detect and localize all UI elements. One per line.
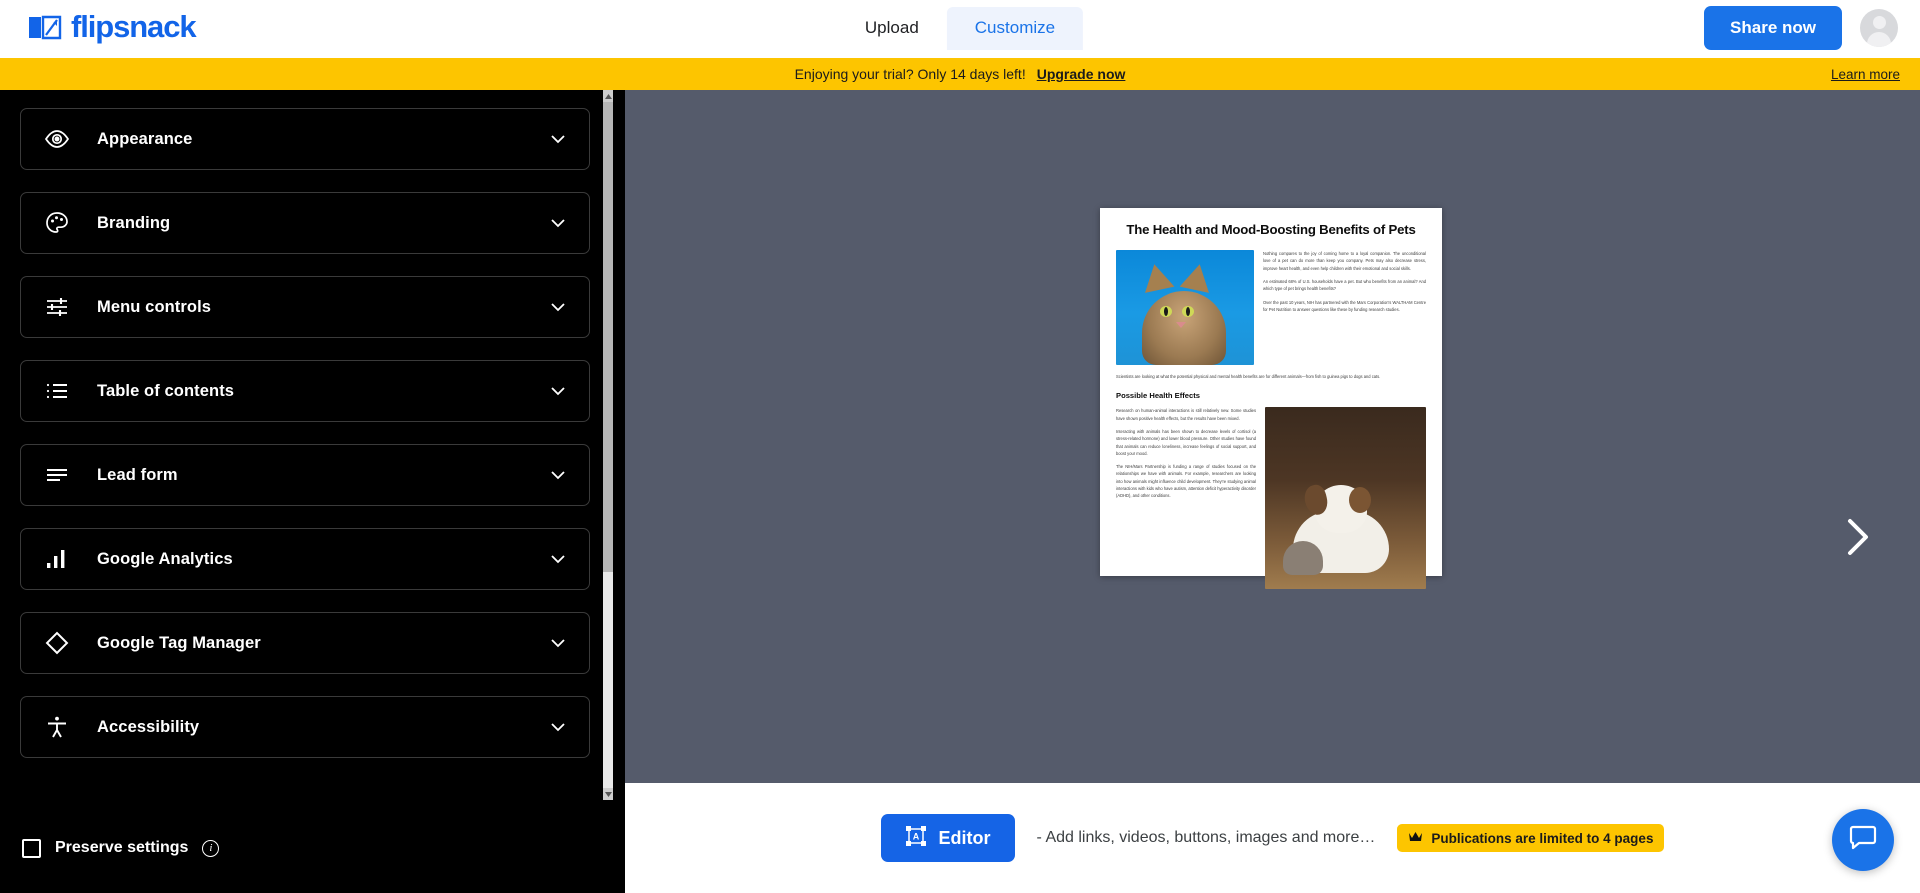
document-paragraph: Research on human-animal interactions is… xyxy=(1116,408,1256,421)
form-lines-icon xyxy=(43,461,71,489)
trial-banner: Enjoying your trial? Only 14 days left! … xyxy=(0,58,1920,90)
editor-button[interactable]: A Editor xyxy=(880,814,1015,862)
tab-upload[interactable]: Upload xyxy=(837,7,947,49)
scrollbar-down-arrow-icon[interactable] xyxy=(603,788,613,800)
sidebar-item-label: Accessibility xyxy=(97,717,200,736)
document-wide-paragraph: Scientists are looking at what the poten… xyxy=(1116,374,1381,380)
bottom-toolbar: A Editor - Add links, videos, buttons, i… xyxy=(625,783,1920,893)
crown-icon xyxy=(1408,831,1423,846)
sidebar-item-menu-controls[interactable]: Menu controls xyxy=(20,276,590,338)
bar-chart-icon xyxy=(43,545,71,573)
sidebar-item-label: Google Tag Manager xyxy=(97,633,261,652)
chevron-down-icon[interactable] xyxy=(549,718,567,736)
preserve-settings-checkbox[interactable] xyxy=(22,838,41,858)
cat-photo xyxy=(1116,250,1254,366)
document-paragraph: The NIH/Mars Partnership is funding a ra… xyxy=(1116,464,1256,499)
header-actions: Share now xyxy=(1704,6,1898,50)
chevron-down-icon[interactable] xyxy=(549,634,567,652)
document-bottom-section: Research on human-animal interactions is… xyxy=(1116,407,1426,590)
editor-hint-text: - Add links, videos, buttons, images and… xyxy=(1036,829,1376,846)
chat-widget-button[interactable] xyxy=(1832,809,1894,871)
share-now-button[interactable]: Share now xyxy=(1704,6,1842,50)
palette-icon xyxy=(43,209,71,237)
eye-icon xyxy=(43,125,71,153)
sidebar-item-label: Appearance xyxy=(97,129,193,148)
sidebar-scrollbar[interactable] xyxy=(603,90,613,800)
sidebar-item-appearance[interactable]: Appearance xyxy=(20,108,590,170)
scrollbar-thumb[interactable] xyxy=(603,102,613,572)
sidebar-item-google-analytics[interactable]: Google Analytics xyxy=(20,528,590,590)
next-page-button[interactable] xyxy=(1841,515,1875,559)
diamond-icon xyxy=(43,629,71,657)
kitten xyxy=(1283,541,1323,576)
sidebar-item-table-of-contents[interactable]: Table of contents xyxy=(20,360,590,422)
editor-button-label: Editor xyxy=(938,827,991,848)
sidebar-panel-list: Appearance Branding Menu controls Table … xyxy=(0,90,610,800)
document-paragraph: An estimated 68% of U.S. households have… xyxy=(1263,278,1426,292)
cat-eye-left xyxy=(1160,306,1172,318)
brand-name: flipsnack xyxy=(71,9,197,44)
chevron-down-icon[interactable] xyxy=(549,298,567,316)
document-paragraph: Over the past 10 years, NIH has partnere… xyxy=(1263,299,1426,312)
accessibility-icon xyxy=(43,713,71,741)
sidebar-item-google-tag-manager[interactable]: Google Tag Manager xyxy=(20,612,590,674)
cat-ear-right xyxy=(1179,261,1215,293)
document-paragraph: Interacting with animals has been shown … xyxy=(1116,428,1256,456)
sliders-icon xyxy=(43,293,71,321)
chevron-down-icon[interactable] xyxy=(549,382,567,400)
sidebar-item-label: Menu controls xyxy=(97,297,212,316)
document-top-section: Nothing compares to the joy of coming ho… xyxy=(1116,250,1426,366)
document-section-heading: Possible Health Effects xyxy=(1116,391,1200,401)
page-limit-label: Publications are limited to 4 pages xyxy=(1431,830,1654,846)
preserve-settings-label: Preserve settings xyxy=(55,839,189,856)
chat-bubble-icon xyxy=(1848,824,1878,857)
chevron-down-icon[interactable] xyxy=(549,214,567,232)
chevron-down-icon[interactable] xyxy=(549,466,567,484)
trial-message: Enjoying your trial? Only 14 days left! xyxy=(794,66,1026,82)
sidebar-item-label: Lead form xyxy=(97,465,178,484)
dog-and-kitten-photo xyxy=(1265,407,1426,590)
learn-more-link[interactable]: Learn more xyxy=(1831,67,1900,82)
sidebar-item-label: Branding xyxy=(97,213,171,232)
svg-text:A: A xyxy=(912,831,919,841)
flipsnack-logo[interactable]: flipsnack xyxy=(28,9,197,45)
document-page-preview[interactable]: The Health and Mood-Boosting Benefits of… xyxy=(1100,208,1442,590)
cat-head xyxy=(1142,291,1226,366)
top-navigation-bar: flipsnack Upload Customize Share now xyxy=(0,0,1920,58)
list-icon xyxy=(43,377,71,405)
cat-ear-left xyxy=(1139,261,1175,293)
upgrade-now-link[interactable]: Upgrade now xyxy=(1037,66,1126,82)
document-body-column: Research on human-animal interactions is… xyxy=(1116,407,1256,589)
chevron-down-icon[interactable] xyxy=(549,550,567,568)
preserve-settings-row: Preserve settings i xyxy=(0,803,625,893)
avatar[interactable] xyxy=(1860,9,1898,47)
sidebar-item-label: Table of contents xyxy=(97,381,235,400)
editor-frame-icon: A xyxy=(905,825,927,852)
flipsnack-book-icon xyxy=(28,14,62,40)
document-intro-column: Nothing compares to the joy of coming ho… xyxy=(1263,250,1426,365)
publication-preview-stage: The Health and Mood-Boosting Benefits of… xyxy=(625,90,1920,783)
main-tabs: Upload Customize xyxy=(837,7,1084,50)
tab-customize[interactable]: Customize xyxy=(946,7,1084,50)
cat-eye-right xyxy=(1182,306,1194,318)
sidebar-item-branding[interactable]: Branding xyxy=(20,192,590,254)
chevron-down-icon[interactable] xyxy=(549,130,567,148)
scrollbar-up-arrow-icon[interactable] xyxy=(603,90,613,102)
info-icon[interactable]: i xyxy=(202,839,220,857)
cat-nose xyxy=(1176,322,1186,329)
document-title: The Health and Mood-Boosting Benefits of… xyxy=(1126,222,1416,237)
sidebar-item-accessibility[interactable]: Accessibility xyxy=(20,696,590,758)
customize-sidebar: Appearance Branding Menu controls Table … xyxy=(0,90,625,893)
sidebar-item-label: Google Analytics xyxy=(97,549,233,568)
page-limit-badge[interactable]: Publications are limited to 4 pages xyxy=(1397,824,1665,852)
sidebar-item-lead-form[interactable]: Lead form xyxy=(20,444,590,506)
dog-face-patch xyxy=(1349,487,1371,514)
document-paragraph: Nothing compares to the joy of coming ho… xyxy=(1263,251,1426,271)
